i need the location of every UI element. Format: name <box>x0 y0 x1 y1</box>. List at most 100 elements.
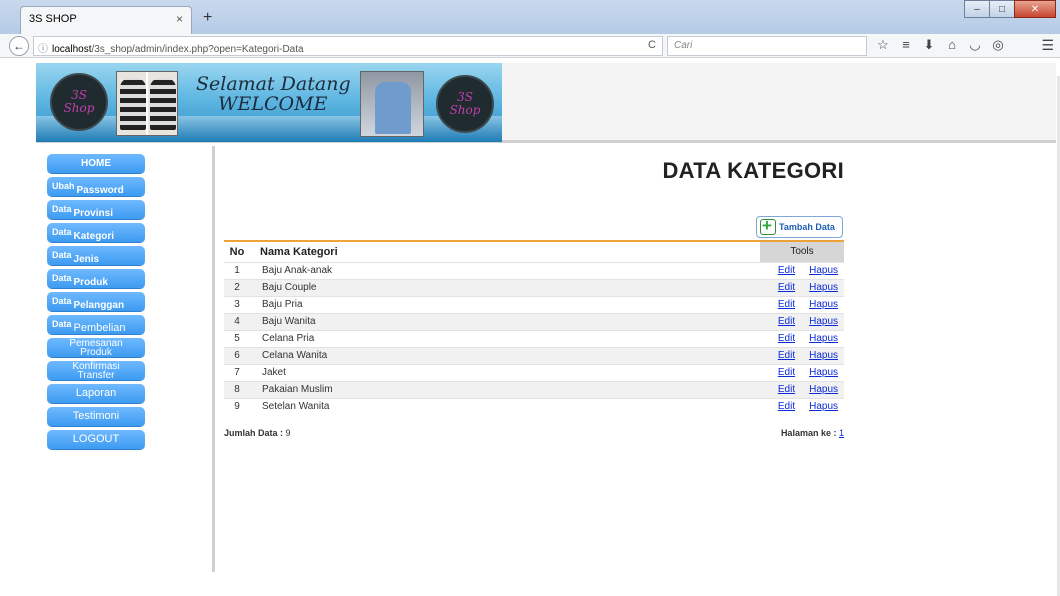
minimize-icon[interactable]: – <box>964 0 990 18</box>
cell-tools: Edit Hapus <box>760 261 844 279</box>
new-tab-icon[interactable]: + <box>203 9 212 27</box>
home-icon[interactable]: ⌂ <box>945 37 959 53</box>
browser-tab[interactable]: 3S SHOP × <box>20 6 192 34</box>
browser-navbar: ← ⓘ localhost/3s_shop/admin/index.php?ope… <box>0 34 1060 58</box>
edit-link[interactable]: Edit <box>778 282 795 293</box>
edit-link[interactable]: Edit <box>778 333 795 344</box>
table-row: 2 Baju Couple Edit Hapus <box>224 278 844 296</box>
cell-category-name: Baju Couple <box>250 278 760 296</box>
sidebar-item-prefix: Data <box>52 273 72 283</box>
data-count: Jumlah Data : 9 <box>224 428 291 438</box>
col-header-no: No <box>229 245 245 258</box>
delete-link[interactable]: Hapus <box>809 265 838 276</box>
window-close-icon[interactable]: ✕ <box>1014 0 1056 18</box>
sidebar-item-pelanggan[interactable]: Data Pelanggan <box>47 292 145 311</box>
sidebar-item-prefix: Data <box>52 227 72 237</box>
reading-list-icon[interactable]: ≡ <box>899 37 913 53</box>
sidebar-item-prefix: Data <box>52 319 72 329</box>
banner-wave <box>36 116 502 142</box>
sidebar-item-logout[interactable]: LOGOUT <box>47 430 145 449</box>
cell-tools: Edit Hapus <box>760 380 844 398</box>
sidebar-item-pemesanan-produk[interactable]: Pemesanan Produk <box>47 338 145 357</box>
welcome-line1: Selamat Datang <box>196 73 351 95</box>
delete-link[interactable]: Hapus <box>809 316 838 327</box>
page-title: DATA KATEGORI <box>662 158 844 183</box>
download-icon[interactable]: ⬇ <box>922 37 936 53</box>
sidebar-item-label: Testimoni <box>72 410 120 422</box>
col-header-name: Nama Kategori <box>260 245 338 258</box>
banner-photo-man <box>360 71 424 137</box>
reload-icon[interactable]: C <box>648 39 656 51</box>
sidebar-item-produk[interactable]: Data Produk <box>47 269 145 288</box>
delete-link[interactable]: Hapus <box>809 401 838 412</box>
sidebar-item-provinsi[interactable]: Data Provinsi <box>47 200 145 219</box>
sidebar-item-label: Password <box>76 185 124 196</box>
back-icon[interactable]: ← <box>9 36 29 56</box>
sidebar-item-label: HOME <box>81 158 111 169</box>
tab-close-icon[interactable]: × <box>176 12 183 26</box>
cell-tools: Edit Hapus <box>760 295 844 313</box>
sidebar-item-laporan[interactable]: Laporan <box>47 384 145 403</box>
cell-tools: Edit Hapus <box>760 278 844 296</box>
delete-link[interactable]: Hapus <box>809 282 838 293</box>
cell-no: 7 <box>224 363 250 381</box>
delete-link[interactable]: Hapus <box>809 350 838 361</box>
delete-link[interactable]: Hapus <box>809 299 838 310</box>
delete-link[interactable]: Hapus <box>809 367 838 378</box>
page-link[interactable]: 1 <box>839 428 844 438</box>
sidebar-item-jenis[interactable]: Data Jenis <box>47 246 145 265</box>
maximize-icon[interactable]: □ <box>989 0 1015 18</box>
edit-link[interactable]: Edit <box>778 350 795 361</box>
sidebar-item-kategori[interactable]: Data Kategori <box>47 223 145 242</box>
edit-link[interactable]: Edit <box>778 265 795 276</box>
pocket-icon[interactable]: ◡ <box>968 37 982 53</box>
cell-no: 8 <box>224 380 250 398</box>
search-input[interactable]: Cari <box>667 36 867 56</box>
sidebar-item-prefix: Data <box>52 204 72 214</box>
cell-category-name: Baju Anak-anak <box>250 261 760 279</box>
cell-no: 9 <box>224 397 250 415</box>
edit-link[interactable]: Edit <box>778 367 795 378</box>
shop-logo-right: 3S Shop <box>436 75 494 133</box>
addon-icon[interactable]: ◎ <box>991 37 1005 53</box>
url-path: /3s_shop/admin/index.php?open=Kategori-D… <box>91 44 304 55</box>
delete-link[interactable]: Hapus <box>809 384 838 395</box>
sidebar-item-pembelian[interactable]: Data Pembelian <box>47 315 145 334</box>
content-divider <box>212 146 215 572</box>
cell-tools: Edit Hapus <box>760 397 844 415</box>
edit-link[interactable]: Edit <box>778 316 795 327</box>
data-count-value: 9 <box>285 428 291 438</box>
cell-tools: Edit Hapus <box>760 363 844 381</box>
cell-no: 5 <box>224 329 250 347</box>
browser-toolbar-icons: ☆ ≡ ⬇ ⌂ ◡ ◎ <box>876 37 1005 53</box>
cell-category-name: Celana Wanita <box>250 346 760 364</box>
cell-category-name: Pakaian Muslim <box>250 380 760 398</box>
url-bar[interactable]: ⓘ localhost/3s_shop/admin/index.php?open=… <box>33 36 663 56</box>
cell-category-name: Setelan Wanita <box>250 397 760 415</box>
add-data-button[interactable]: Tambah Data <box>756 216 843 238</box>
sidebar-item-label: Provinsi <box>73 208 113 219</box>
hamburger-menu-icon[interactable]: ☰ <box>1041 37 1054 54</box>
sidebar-item-label: Transfer <box>77 370 115 381</box>
cell-no: 2 <box>224 278 250 296</box>
col-header-tools: Tools <box>760 241 844 262</box>
sidebar-item-home[interactable]: HOME <box>47 154 145 173</box>
sidebar-item-label: Pembelian <box>73 322 126 334</box>
edit-link[interactable]: Edit <box>778 401 795 412</box>
search-placeholder: Cari <box>674 40 693 51</box>
delete-link[interactable]: Hapus <box>809 333 838 344</box>
sidebar-item-label: Produk <box>80 347 112 358</box>
sidebar-item-testimoni[interactable]: Testimoni <box>47 407 145 426</box>
edit-link[interactable]: Edit <box>778 299 795 310</box>
sidebar-item-password[interactable]: Ubah Password <box>47 177 145 196</box>
photo-shirt <box>375 82 411 134</box>
table-row: 4 Baju Wanita Edit Hapus <box>224 312 844 330</box>
logo-text-bottom: Shop <box>449 103 481 117</box>
bookmark-star-icon[interactable]: ☆ <box>876 37 890 53</box>
shop-banner: 3S Shop Selamat Datang WELCOME 3S Shop <box>36 63 502 142</box>
edit-link[interactable]: Edit <box>778 384 795 395</box>
sidebar-item-label: LOGOUT <box>72 433 120 445</box>
sidebar-item-konfirmasi-transfer[interactable]: Konfirmasi Transfer <box>47 361 145 380</box>
cell-tools: Edit Hapus <box>760 312 844 330</box>
info-icon[interactable]: ⓘ <box>38 44 48 55</box>
